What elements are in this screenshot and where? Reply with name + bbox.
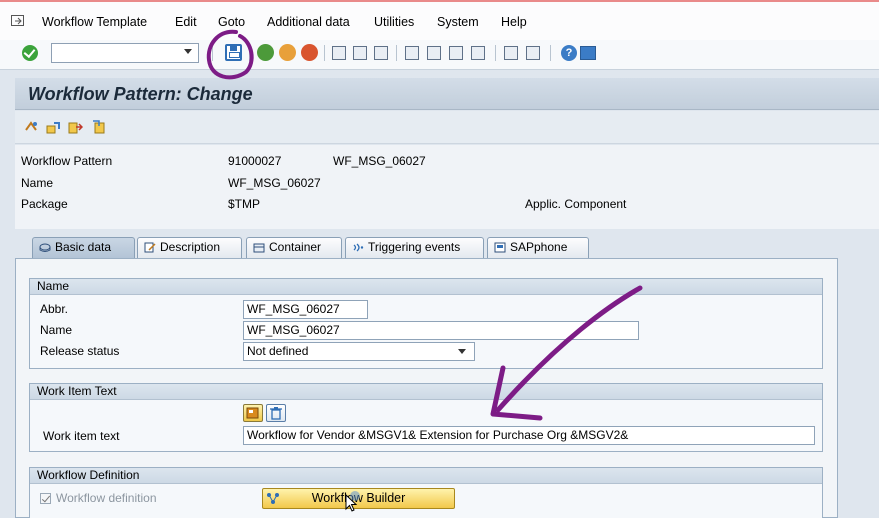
chevron-down-icon[interactable]: [184, 49, 192, 54]
menu-system[interactable]: System: [437, 15, 479, 29]
first-page-icon[interactable]: [405, 46, 419, 60]
menu-workflow-template[interactable]: Workflow Template: [42, 15, 147, 29]
toolbar-separator: [212, 45, 213, 61]
sapphone-icon: [494, 242, 506, 253]
create-session-icon[interactable]: [504, 46, 518, 60]
description-icon: [144, 242, 156, 253]
find-icon[interactable]: [353, 46, 367, 60]
abbr-label: Abbr.: [40, 302, 69, 316]
next-page-icon[interactable]: [449, 46, 463, 60]
workflow-builder-icon: [267, 493, 279, 504]
shortcut-icon[interactable]: [526, 46, 540, 60]
tab-container[interactable]: Container: [246, 237, 342, 258]
toolbar-separator: [249, 45, 250, 61]
delete-expression-button[interactable]: [266, 404, 286, 422]
toolbar-separator: [324, 45, 325, 61]
title-bar: Workflow Pattern: Change: [15, 78, 879, 110]
tab-label: SAPphone: [510, 240, 568, 254]
toolbar-separator: [396, 45, 397, 61]
container-icon: [253, 243, 265, 253]
package-value: $TMP: [228, 197, 261, 211]
import-icon[interactable]: [68, 120, 83, 134]
insert-expression-icon: [246, 407, 259, 419]
basic-data-icon: [39, 243, 51, 252]
menu-icon[interactable]: [11, 15, 25, 27]
back-icon[interactable]: [257, 44, 274, 61]
page-title: Workflow Pattern: Change: [28, 84, 253, 104]
menu-additional-data[interactable]: Additional data: [267, 15, 350, 29]
tab-description[interactable]: Description: [137, 237, 242, 258]
menu-edit[interactable]: Edit: [175, 15, 197, 29]
release-status-label: Release status: [40, 344, 120, 358]
tab-label: Description: [160, 240, 221, 254]
header-info: Workflow Pattern 91000027 WF_MSG_06027 N…: [15, 145, 879, 229]
name-input[interactable]: WF_MSG_06027: [243, 321, 639, 340]
layout-icon[interactable]: [580, 46, 596, 60]
toolbar-separator: [550, 45, 551, 61]
cancel-icon[interactable]: [301, 44, 318, 61]
menu-help[interactable]: Help: [501, 15, 527, 29]
tab-label: Basic data: [55, 240, 112, 254]
other-object-icon[interactable]: [24, 120, 39, 134]
work-item-text-group-title: Work Item Text: [30, 384, 822, 400]
insert-expression-button[interactable]: [243, 404, 263, 422]
workflow-definition-checkbox: [40, 493, 51, 504]
workflow-definition-checkbox-label: Workflow definition: [56, 491, 157, 505]
menu-bar: Workflow Template Edit Goto Additional d…: [0, 0, 879, 40]
name-group-title: Name: [30, 279, 822, 295]
tab-basic-data[interactable]: Basic data: [32, 237, 135, 258]
tab-label: Container: [269, 240, 322, 254]
exit-icon[interactable]: [279, 44, 296, 61]
cursor-highlight-icon: [350, 491, 360, 501]
tab-triggering-events[interactable]: Triggering events: [345, 237, 484, 258]
triggering-events-icon: [353, 243, 364, 252]
workflow-definition-group-title: Workflow Definition: [30, 468, 822, 484]
name-label: Name: [21, 176, 54, 190]
tab-label: Triggering events: [368, 240, 461, 254]
application-toolbar: [15, 111, 879, 144]
menu-goto[interactable]: Goto: [218, 15, 245, 29]
name-group: Name Abbr. WF_MSG_06027 Name WF_MSG_0602…: [29, 278, 823, 369]
work-item-text-group: Work Item Text Work item text Workflow f…: [29, 383, 823, 452]
enter-icon[interactable]: [22, 45, 38, 61]
name-field-label: Name: [40, 323, 73, 337]
previous-page-icon[interactable]: [427, 46, 441, 60]
command-field[interactable]: [51, 43, 199, 63]
last-page-icon[interactable]: [471, 46, 485, 60]
print-icon[interactable]: [332, 46, 346, 60]
abbr-input[interactable]: WF_MSG_06027: [243, 300, 368, 319]
tab-sapphone[interactable]: SAPphone: [487, 237, 589, 258]
save-icon[interactable]: [225, 44, 242, 61]
trash-icon: [270, 407, 282, 420]
help-icon[interactable]: ?: [561, 45, 577, 61]
workflow-pattern-label: Workflow Pattern: [21, 154, 113, 168]
export-icon[interactable]: [91, 120, 106, 134]
name-value: WF_MSG_06027: [228, 176, 321, 190]
release-status-select[interactable]: Not defined: [243, 342, 475, 361]
package-label: Package: [21, 197, 68, 211]
workflow-pattern-id: 91000027: [228, 154, 282, 168]
display-change-icon[interactable]: [46, 120, 61, 134]
menu-utilities[interactable]: Utilities: [374, 15, 414, 29]
work-item-text-input[interactable]: Workflow for Vendor &MSGV1& Extension fo…: [243, 426, 815, 445]
find-next-icon[interactable]: [374, 46, 388, 60]
toolbar-separator: [495, 45, 496, 61]
workflow-pattern-abbr: WF_MSG_06027: [333, 154, 426, 168]
work-item-text-label: Work item text: [43, 429, 120, 443]
applic-component-label: Applic. Component: [525, 197, 627, 211]
